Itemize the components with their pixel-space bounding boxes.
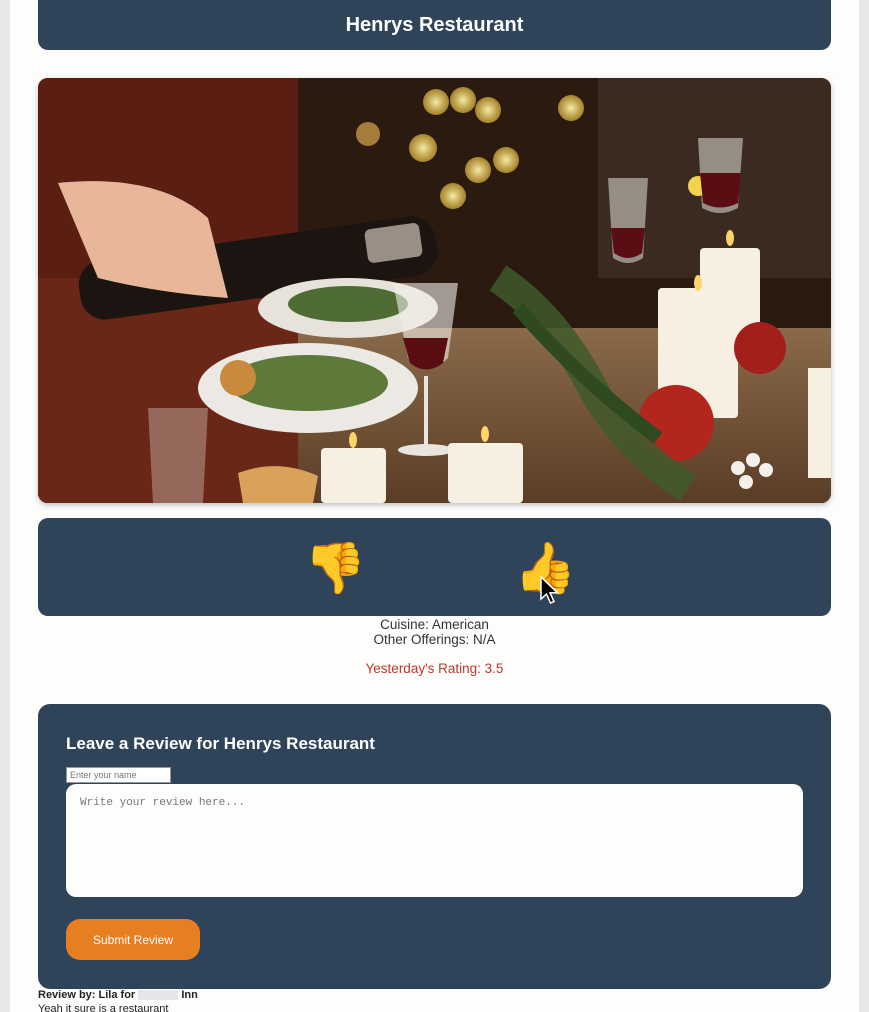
page-container: Henrys Restaurant 👎 👍 Cuisine: American … <box>10 0 859 1012</box>
review-author-suffix: Inn <box>181 989 198 1001</box>
thumbs-down-icon[interactable]: 👎 <box>304 540 366 596</box>
review-form: Leave a Review for Henrys Restaurant Sub… <box>38 704 831 989</box>
name-input[interactable] <box>66 767 171 783</box>
vote-bar: 👎 👍 <box>38 518 831 616</box>
photo-illustration <box>38 78 831 503</box>
restaurant-header: Henrys Restaurant <box>38 0 831 50</box>
other-offerings-text: Other Offerings: N/A <box>373 632 496 647</box>
review-author-prefix: Review by: Lila for <box>38 989 136 1001</box>
cuisine-text: Cuisine: American <box>380 617 489 632</box>
restaurant-title: Henrys Restaurant <box>345 13 524 36</box>
mouse-cursor-icon <box>540 576 560 604</box>
submit-review-button[interactable]: Submit Review <box>66 919 200 960</box>
restaurant-photo <box>38 78 831 503</box>
redacted-text <box>138 990 179 1001</box>
review-entry: Review by: Lila for Inn Yeah it sure is … <box>38 989 198 1012</box>
yesterday-rating-text: Yesterday's Rating: 3.5 <box>365 661 504 676</box>
review-body: Yeah it sure is a restaurant <box>38 1003 169 1012</box>
review-form-heading: Leave a Review for Henrys Restaurant <box>66 734 375 753</box>
review-textarea[interactable] <box>66 784 803 897</box>
